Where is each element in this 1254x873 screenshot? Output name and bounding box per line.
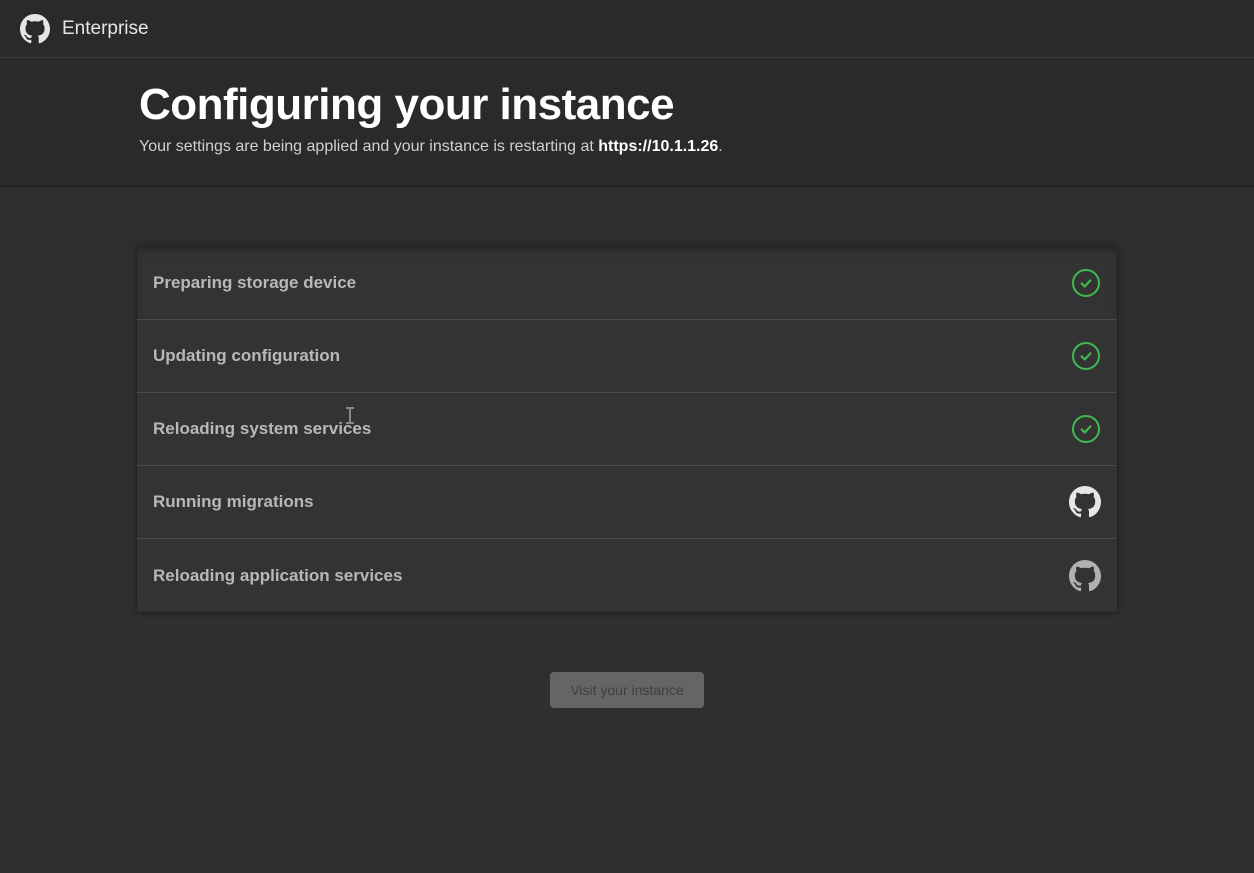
- subtitle-suffix: .: [718, 138, 722, 155]
- button-container: Visit your instance: [0, 672, 1254, 708]
- step-label: Updating configuration: [153, 346, 340, 366]
- check-icon: [1071, 341, 1101, 371]
- steps-list: Preparing storage device Updating config…: [137, 247, 1117, 612]
- subtitle-url: https://10.1.1.26: [598, 138, 718, 155]
- check-icon: [1071, 414, 1101, 444]
- pending-octocat-icon: [1069, 560, 1101, 592]
- step-running-migrations: Running migrations: [137, 466, 1117, 539]
- step-label: Reloading application services: [153, 566, 402, 586]
- step-label: Reloading system services: [153, 419, 371, 439]
- visit-instance-button[interactable]: Visit your instance: [550, 672, 703, 708]
- step-label: Running migrations: [153, 492, 314, 512]
- page-title: Configuring your instance: [139, 80, 1117, 130]
- step-preparing-storage: Preparing storage device: [137, 247, 1117, 320]
- page-subtitle: Your settings are being applied and your…: [139, 138, 1117, 156]
- step-label: Preparing storage device: [153, 273, 356, 293]
- step-reloading-system-services: Reloading system services: [137, 393, 1117, 466]
- check-icon: [1071, 268, 1101, 298]
- step-reloading-application-services: Reloading application services: [137, 539, 1117, 612]
- spinner-octocat-icon: [1069, 486, 1101, 518]
- subtitle-prefix: Your settings are being applied and your…: [139, 138, 598, 155]
- top-header: Enterprise: [0, 0, 1254, 58]
- hero-section: Configuring your instance Your settings …: [0, 58, 1254, 187]
- step-updating-configuration: Updating configuration: [137, 320, 1117, 393]
- header-brand-label: Enterprise: [62, 18, 149, 40]
- main-content: Preparing storage device Updating config…: [0, 187, 1254, 708]
- github-logo-icon: [20, 14, 50, 44]
